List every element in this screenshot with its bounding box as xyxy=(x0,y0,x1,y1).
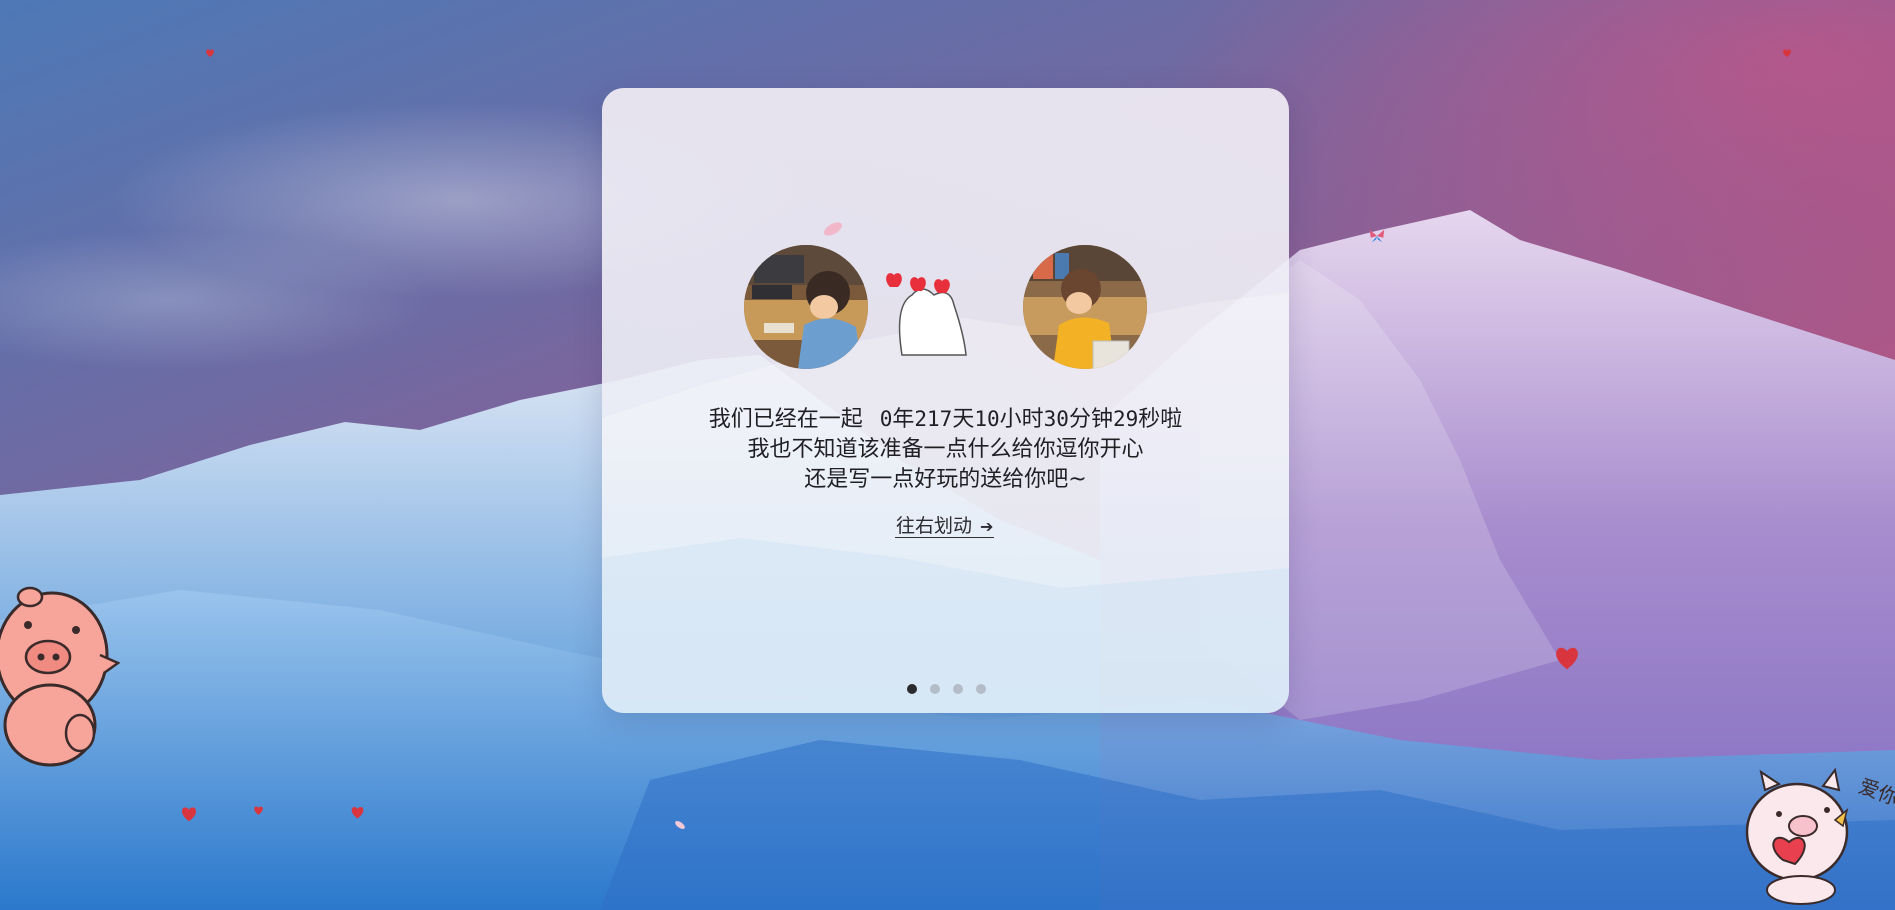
heart-icon xyxy=(254,806,263,815)
message-line-2: 我也不知道该准备一点什么给你逗你开心 xyxy=(747,437,1144,462)
years-value: 0 xyxy=(879,407,893,431)
together-prefix: 我们已经在一起 xyxy=(708,407,863,432)
minutes-value: 30 xyxy=(1043,407,1069,431)
years-unit: 年 xyxy=(892,407,915,432)
days-value: 217 xyxy=(914,407,953,431)
message-line-3: 还是写一点好玩的送给你吧~ xyxy=(804,467,1087,492)
white-blob-sticker xyxy=(884,265,978,365)
pig-hug-heart-sticker: 爱你 xyxy=(1745,767,1895,905)
hours-unit: 小时 xyxy=(999,407,1044,432)
pagination-dot-3[interactable] xyxy=(953,684,963,694)
pagination-dot-1[interactable] xyxy=(907,684,917,694)
avatar-boy xyxy=(744,245,868,369)
heart-icon xyxy=(351,806,364,819)
seconds-value: 29 xyxy=(1112,407,1139,431)
love-you-text: 爱你 xyxy=(1856,774,1895,810)
arrow-right-icon: ➔ xyxy=(980,517,994,536)
love-page-background: 爱你 我们已经在一起 0年217天10小时30分钟29秒啦 我也不知道该准备一点… xyxy=(0,0,1895,910)
pink-pig-sticker xyxy=(0,586,120,767)
avatar-girl xyxy=(1023,245,1147,369)
minutes-unit: 分钟 xyxy=(1068,407,1113,432)
message-card: 我们已经在一起 0年217天10小时30分钟29秒啦 我也不知道该准备一点什么给… xyxy=(602,88,1289,713)
together-duration-line: 我们已经在一起 0年217天10小时30分钟29秒啦 xyxy=(602,404,1289,435)
pagination-dot-4[interactable] xyxy=(976,684,986,694)
slide-pagination xyxy=(907,684,986,694)
heart-icon xyxy=(206,49,214,57)
days-unit: 天 xyxy=(952,407,975,432)
hours-value: 10 xyxy=(974,407,1000,431)
petal-icon xyxy=(823,222,843,236)
swipe-right-link[interactable]: 往右划动 ➔ xyxy=(895,511,995,538)
heart-icon xyxy=(1556,647,1578,670)
pagination-dot-2[interactable] xyxy=(930,684,940,694)
heart-icon xyxy=(181,807,197,822)
love-message: 我们已经在一起 0年217天10小时30分钟29秒啦 我也不知道该准备一点什么给… xyxy=(602,404,1289,495)
seconds-unit: 秒啦 xyxy=(1138,407,1183,432)
swipe-right-label: 往右划动 xyxy=(896,515,973,537)
card-mountain-haze xyxy=(602,293,1289,713)
heart-icon xyxy=(1783,49,1791,57)
petal-icon xyxy=(675,821,685,829)
butterfly-icon xyxy=(1369,229,1385,243)
